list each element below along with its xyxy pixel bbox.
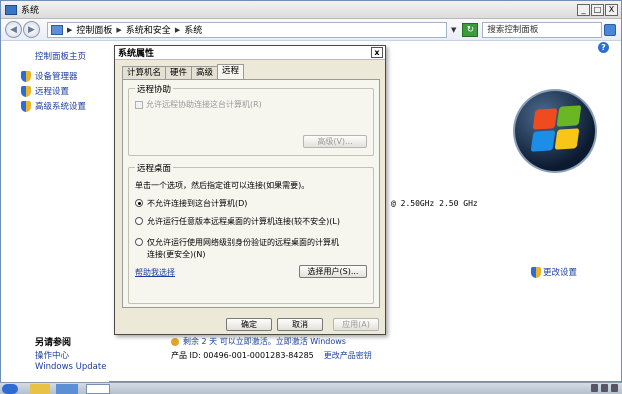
- change-product-key-link[interactable]: 更改产品密钥: [324, 350, 372, 361]
- shield-icon: [21, 70, 31, 82]
- control-panel-home-link[interactable]: 控制面板主页: [35, 50, 86, 62]
- change-settings-link[interactable]: 更改设置: [531, 266, 577, 278]
- ok-button[interactable]: 确定: [226, 318, 272, 331]
- help-me-choose-link[interactable]: 帮助我选择: [135, 267, 175, 278]
- volume-icon[interactable]: [611, 384, 618, 392]
- sidebar-item-label: 远程设置: [35, 87, 70, 97]
- remote-assistance-label: 远程协助: [135, 83, 174, 95]
- radio-label: 允许运行任意版本远程桌面的计算机连接(较不安全)(L): [147, 217, 340, 226]
- remote-assistance-group: 远程协助 允许远程协助连接这台计算机(R) 高级(V)...: [128, 83, 374, 156]
- radio-allow-any-version[interactable]: 允许运行任意版本远程桌面的计算机连接(较不安全)(L): [135, 216, 340, 227]
- remote-desktop-group: 远程桌面 单击一个选项，然后指定谁可以连接(如果需要)。 不允许连接到这台计算机…: [128, 162, 374, 304]
- product-id: 产品 ID: 00496-001-0001283-84285: [171, 351, 314, 360]
- forward-arrow-icon[interactable]: ▶: [23, 21, 40, 38]
- chevron-right-icon[interactable]: ▶: [116, 26, 121, 34]
- change-settings-label: 更改设置: [543, 268, 578, 278]
- explorer-taskbar-icon[interactable]: [30, 384, 50, 394]
- search-input[interactable]: 搜索控制面板: [482, 21, 603, 38]
- select-users-button[interactable]: 选择用户(S)...: [299, 265, 367, 278]
- system-properties-dialog: 系统属性 x 计算机名 硬件 高级 远程 远程协助 允许远程协助连接这台计算机(…: [114, 45, 386, 335]
- windows-update-link[interactable]: Windows Update: [35, 362, 106, 372]
- back-arrow-icon[interactable]: ◀: [5, 21, 22, 38]
- control-panel-icon: [51, 24, 63, 35]
- see-also-heading: 另请参阅: [35, 338, 72, 348]
- maximize-button[interactable]: □: [591, 3, 604, 16]
- chevron-right-icon[interactable]: ▶: [67, 26, 72, 34]
- shield-icon: [21, 100, 31, 112]
- apply-button[interactable]: 应用(A): [333, 318, 379, 331]
- sidebar-item-label: 设备管理器: [35, 72, 78, 82]
- refresh-icon[interactable]: ↻: [462, 22, 479, 37]
- help-icon[interactable]: ?: [598, 42, 609, 53]
- radio-label: 仅允许运行使用网络级别身份验证的远程桌面的计算机: [147, 238, 339, 247]
- dialog-tabs: 计算机名 硬件 高级 远程: [122, 64, 245, 79]
- warning-icon: [171, 337, 179, 346]
- shield-icon: [21, 85, 31, 97]
- advanced-button[interactable]: 高级(V)...: [303, 135, 367, 148]
- tab-advanced[interactable]: 高级: [191, 66, 219, 79]
- radio-button[interactable]: [135, 238, 143, 246]
- chevron-right-icon[interactable]: ▶: [175, 26, 180, 34]
- dialog-titlebar: 系统属性 x: [115, 46, 385, 60]
- window-title: 系统: [21, 6, 40, 16]
- tab-remote[interactable]: 远程: [217, 64, 245, 79]
- dialog-close-button[interactable]: x: [371, 47, 383, 58]
- start-button[interactable]: [2, 384, 18, 394]
- radio-label: 不允许连接到这台计算机(D): [147, 199, 248, 208]
- dialog-title: 系统属性: [118, 49, 155, 59]
- activation-status[interactable]: 剩余 2 天 可以立即激活。立即激活 Windows: [171, 336, 346, 347]
- minimize-button[interactable]: _: [577, 3, 590, 16]
- sidebar-item-label: 高级系统设置: [35, 102, 87, 112]
- sidebar-item-remote-settings[interactable]: 远程设置: [21, 85, 69, 97]
- remote-desktop-instruction: 单击一个选项，然后指定谁可以连接(如果需要)。: [135, 181, 310, 190]
- remote-desktop-label: 远程桌面: [135, 162, 174, 174]
- breadcrumb-control-panel[interactable]: 控制面板: [76, 23, 112, 36]
- activation-text: 剩余 2 天 可以立即激活。立即激活 Windows: [183, 337, 346, 346]
- breadcrumb[interactable]: ▶ 控制面板 ▶ 系统和安全 ▶ 系统: [47, 21, 447, 38]
- close-button[interactable]: X: [605, 3, 618, 16]
- radio-label-continued: 连接(更安全)(N): [147, 250, 206, 259]
- chevron-down-icon[interactable]: ▼: [451, 26, 456, 34]
- system-tray: [591, 384, 618, 392]
- breadcrumb-system[interactable]: 系统: [184, 23, 202, 36]
- radio-button[interactable]: [135, 217, 143, 225]
- action-center-link[interactable]: 操作中心: [35, 349, 69, 361]
- system-taskbar-icon[interactable]: [86, 384, 110, 394]
- window-titlebar: 系统 _ □ X: [1, 1, 621, 19]
- shield-icon: [531, 266, 541, 278]
- tab-hardware[interactable]: 硬件: [165, 66, 193, 79]
- sidebar-item-advanced-settings[interactable]: 高级系统设置: [21, 100, 86, 112]
- tab-computer-name[interactable]: 计算机名: [122, 66, 167, 79]
- remote-assistance-checkbox[interactable]: [135, 100, 143, 109]
- network-icon[interactable]: [591, 384, 598, 392]
- windows-logo: [513, 89, 597, 173]
- processor-speed: @ 2.50GHz 2.50 GHz: [391, 199, 478, 208]
- sidebar-item-device-manager[interactable]: 设备管理器: [21, 70, 78, 82]
- search-icon[interactable]: [604, 23, 617, 36]
- radio-deny-connections[interactable]: 不允许连接到这台计算机(D): [135, 198, 247, 209]
- remote-tab-panel: 远程协助 允许远程协助连接这台计算机(R) 高级(V)... 远程桌面 单击一个…: [122, 79, 380, 308]
- remote-assistance-checkbox-label: 允许远程协助连接这台计算机(R): [146, 100, 262, 109]
- product-id-row: 产品 ID: 00496-001-0001283-84285 更改产品密钥: [171, 350, 372, 361]
- radio-allow-nla-only[interactable]: 仅允许运行使用网络级别身份验证的远程桌面的计算机 连接(更安全)(N): [135, 237, 339, 260]
- server-manager-taskbar-icon[interactable]: [56, 384, 78, 394]
- system-icon: [5, 4, 17, 15]
- flag-icon[interactable]: [601, 384, 608, 392]
- taskbar: [0, 382, 622, 394]
- breadcrumb-system-security[interactable]: 系统和安全: [126, 23, 171, 36]
- remote-assistance-checkbox-row[interactable]: 允许远程协助连接这台计算机(R): [135, 99, 262, 110]
- address-bar: ◀ ▶ ▶ 控制面板 ▶ 系统和安全 ▶ 系统 ▼ ↻ 搜索控制面板: [1, 19, 621, 41]
- radio-button[interactable]: [135, 199, 143, 207]
- cancel-button[interactable]: 取消: [277, 318, 323, 331]
- sidebar: 控制面板主页 设备管理器 远程设置 高级系统设置 另请参阅 操作中心 Windo…: [1, 42, 109, 382]
